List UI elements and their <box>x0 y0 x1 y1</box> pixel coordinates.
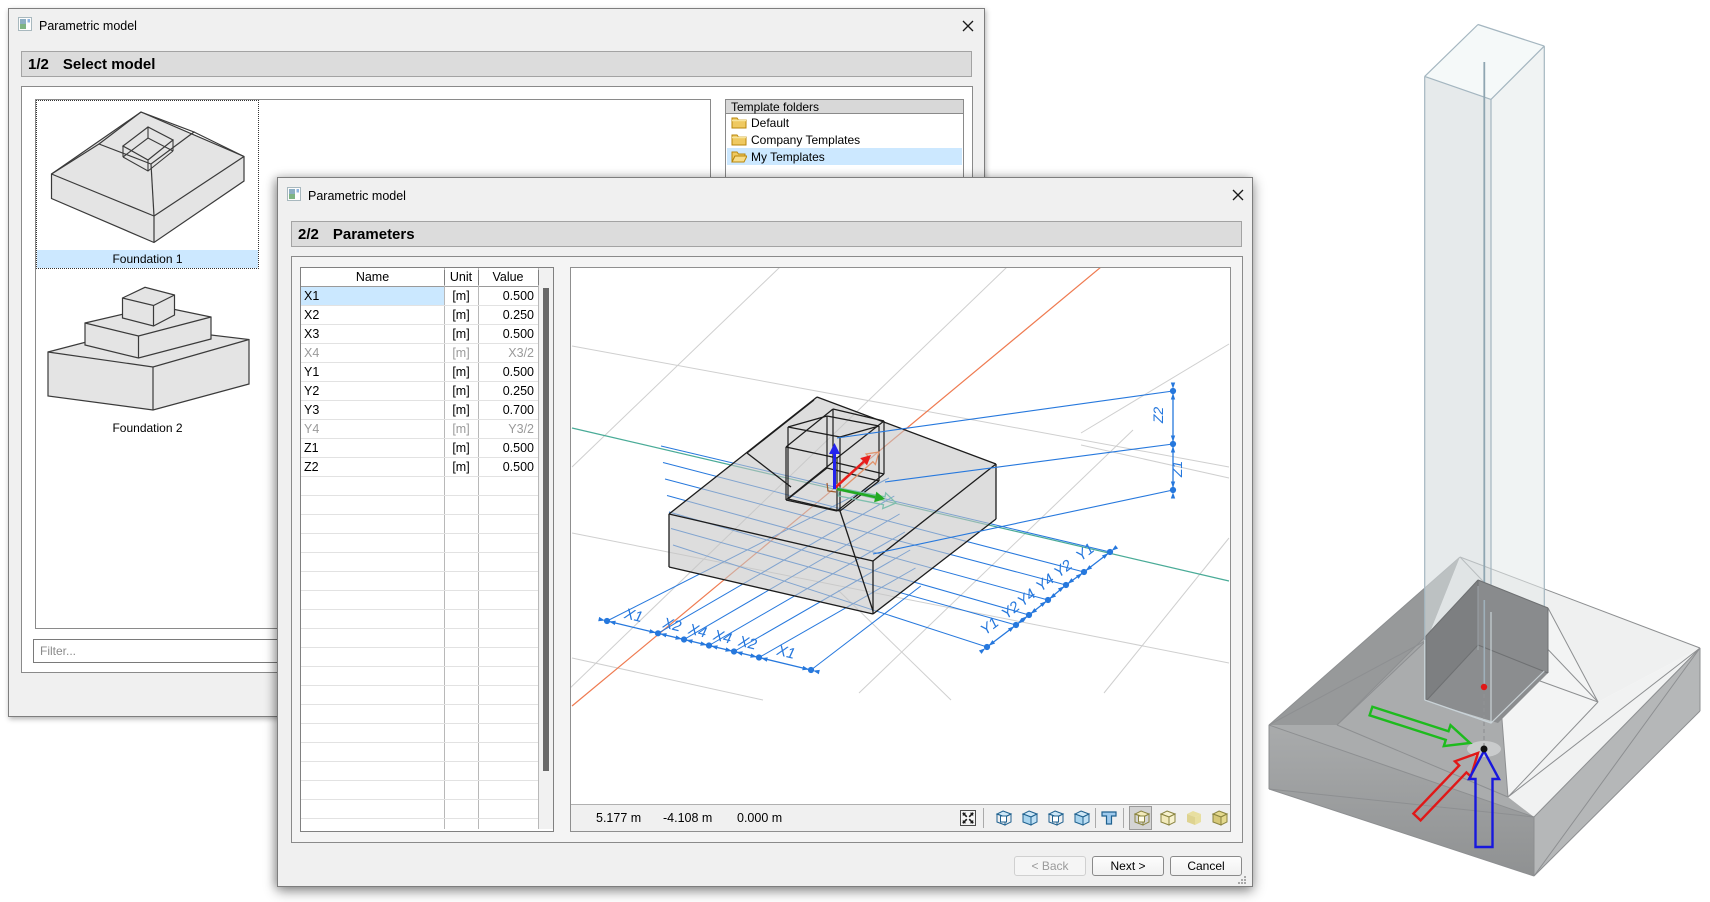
svg-text:X2: X2 <box>660 614 683 635</box>
svg-text:X4: X4 <box>711 626 734 647</box>
svg-text:X1: X1 <box>622 605 645 626</box>
svg-text:Z2: Z2 <box>1150 407 1166 425</box>
svg-text:Y2: Y2 <box>1051 556 1076 581</box>
svg-text:X4: X4 <box>686 620 709 641</box>
svg-text:X1: X1 <box>774 642 797 663</box>
svg-text:X2: X2 <box>736 632 759 653</box>
svg-text:Y4: Y4 <box>1033 571 1058 596</box>
svg-text:Z1: Z1 <box>1169 461 1185 478</box>
